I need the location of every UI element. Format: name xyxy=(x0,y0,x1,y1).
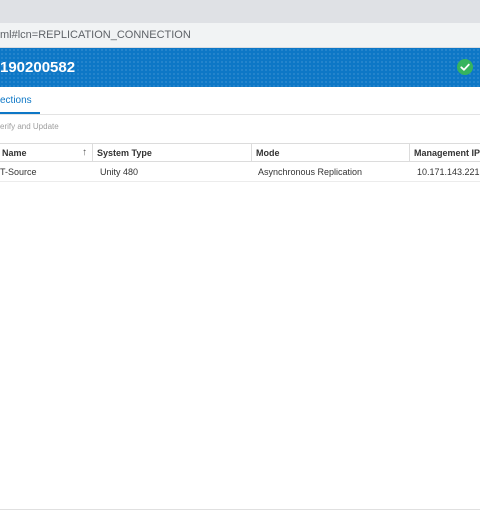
cell-name: T-Source xyxy=(0,167,37,177)
column-header-label: System Type xyxy=(97,148,152,158)
page-header: 190200582 xyxy=(0,48,480,87)
column-header-label: Management IP A xyxy=(414,148,480,158)
browser-tab-strip xyxy=(0,0,480,23)
replication-connections-table: Name ↑ System Type Mode Management IP A … xyxy=(0,143,480,182)
column-header-name[interactable]: Name ↑ xyxy=(2,144,92,162)
tab-connections[interactable]: ections xyxy=(0,87,40,114)
table-header: Name ↑ System Type Mode Management IP A xyxy=(0,143,480,162)
verify-and-update-button[interactable]: erify and Update xyxy=(0,122,59,136)
tab-bar: ections xyxy=(0,87,480,115)
cell-mode: Asynchronous Replication xyxy=(258,167,363,177)
address-bar-url[interactable]: ml#lcn=REPLICATION_CONNECTION xyxy=(0,29,191,41)
column-header-management-ip[interactable]: Management IP A xyxy=(409,144,480,162)
divider xyxy=(0,509,480,510)
sort-ascending-icon[interactable]: ↑ xyxy=(82,144,87,162)
table-row[interactable]: T-Source Unity 480 Asynchronous Replicat… xyxy=(0,162,480,182)
column-header-label: Mode xyxy=(256,148,280,158)
cell-management-ip: 10.171.143.221 xyxy=(417,167,480,177)
cell-system-type: Unity 480 xyxy=(100,167,139,177)
address-bar[interactable]: ml#lcn=REPLICATION_CONNECTION xyxy=(0,23,480,48)
column-header-mode[interactable]: Mode xyxy=(251,144,409,162)
check-circle-icon xyxy=(457,59,473,75)
page-title: 190200582 xyxy=(0,59,76,76)
column-header-system-type[interactable]: System Type xyxy=(92,144,250,162)
column-header-label: Name xyxy=(2,148,27,158)
